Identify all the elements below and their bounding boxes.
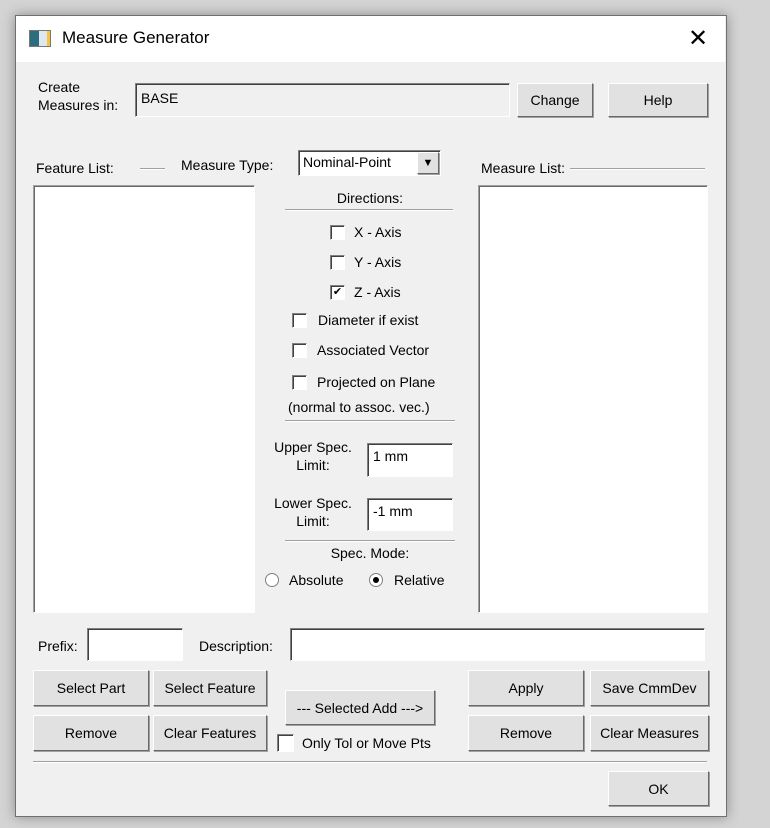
upper-spec-input[interactable]: 1 mm (367, 443, 453, 477)
lower-spec-input[interactable]: -1 mm (367, 498, 453, 531)
lower-spec-label: Lower Spec. Limit: (266, 494, 360, 530)
close-icon[interactable]: ✕ (688, 24, 708, 53)
apply-button[interactable]: Apply (468, 670, 584, 706)
description-label: Description: (199, 638, 273, 654)
remove-measure-button[interactable]: Remove (468, 715, 584, 751)
prefix-label: Prefix: (38, 638, 78, 654)
help-button[interactable]: Help (608, 83, 708, 117)
upper-spec-label-2: Limit: (296, 457, 330, 473)
divider (33, 761, 707, 763)
projected-checkbox[interactable] (292, 375, 307, 390)
divider (570, 168, 705, 170)
ok-button[interactable]: OK (608, 771, 709, 806)
prefix-input[interactable] (87, 628, 183, 661)
create-in-field: BASE (135, 83, 510, 117)
x-axis-checkbox[interactable] (330, 225, 345, 240)
checkmark-icon: ✔ (332, 286, 343, 298)
lower-spec-label-2: Limit: (296, 513, 330, 529)
divider (140, 168, 165, 170)
clear-features-button[interactable]: Clear Features (153, 715, 267, 751)
chevron-down-icon[interactable]: ▼ (417, 152, 439, 174)
diameter-checkbox[interactable] (292, 313, 307, 328)
app-icon (29, 30, 51, 47)
associated-vector-label: Associated Vector (317, 342, 430, 358)
z-axis-checkbox[interactable]: ✔ (330, 285, 345, 300)
diameter-label: Diameter if exist (318, 312, 419, 328)
remove-feature-button[interactable]: Remove (33, 715, 149, 751)
selected-add-button[interactable]: --- Selected Add ---> (285, 690, 435, 725)
absolute-radio[interactable] (265, 573, 279, 587)
y-axis-label: Y - Axis (354, 254, 402, 270)
only-tol-label: Only Tol or Move Pts (302, 735, 431, 751)
only-tol-checkbox[interactable] (277, 734, 294, 752)
z-axis-label: Z - Axis (354, 284, 401, 300)
upper-spec-label-1: Upper Spec. (274, 439, 352, 455)
divider (285, 540, 455, 542)
feature-listbox[interactable] (33, 185, 255, 613)
create-in-label: Create Measures in: (38, 78, 118, 114)
projected-sublabel: (normal to assoc. vec.) (288, 399, 430, 415)
description-input[interactable] (290, 628, 705, 661)
absolute-label: Absolute (289, 572, 344, 588)
projected-label: Projected on Plane (317, 374, 436, 390)
spec-mode-label: Spec. Mode: (330, 545, 410, 561)
measures-in-label: Measures in: (38, 97, 119, 113)
change-button[interactable]: Change (517, 83, 593, 117)
associated-vector-checkbox[interactable] (292, 343, 307, 358)
measure-list-label: Measure List: (481, 160, 566, 176)
select-part-button[interactable]: Select Part (33, 670, 149, 706)
clear-measures-button[interactable]: Clear Measures (590, 715, 709, 751)
select-feature-button[interactable]: Select Feature (153, 670, 267, 706)
y-axis-checkbox[interactable] (330, 255, 345, 270)
lower-spec-label-1: Lower Spec. (274, 495, 352, 511)
divider (285, 209, 453, 211)
measure-type-select[interactable]: Nominal-Point ▼ (298, 150, 441, 176)
radio-selected-dot (373, 577, 379, 583)
window-title: Measure Generator (62, 28, 210, 47)
create-label: Create (38, 79, 81, 95)
divider (285, 420, 455, 422)
relative-label: Relative (394, 572, 445, 588)
relative-radio[interactable] (369, 573, 383, 587)
directions-label: Directions: (336, 190, 404, 206)
x-axis-label: X - Axis (354, 224, 402, 240)
save-cmmdev-button[interactable]: Save CmmDev (590, 670, 709, 706)
upper-spec-label: Upper Spec. Limit: (266, 438, 360, 474)
measure-type-label: Measure Type: (181, 157, 274, 173)
feature-list-label: Feature List: (36, 160, 114, 176)
measure-listbox[interactable] (478, 185, 708, 613)
measure-type-value: Nominal-Point (303, 154, 391, 170)
